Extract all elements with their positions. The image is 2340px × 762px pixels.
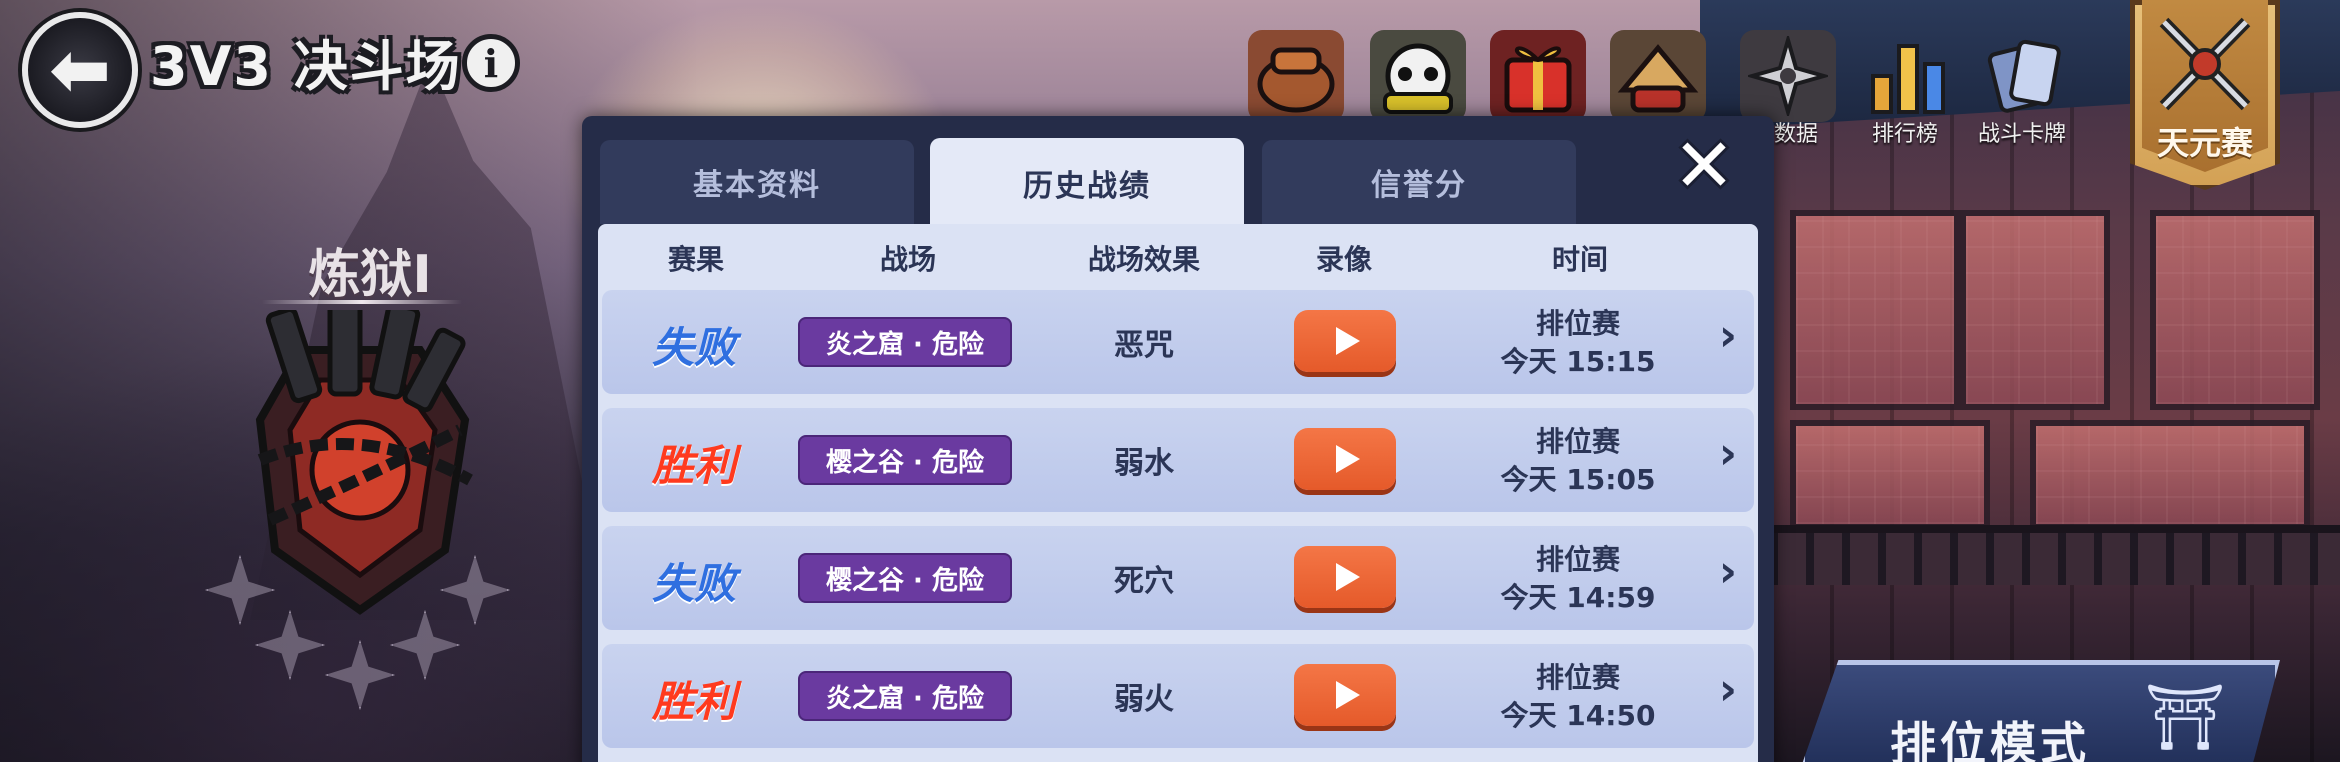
replay-button[interactable] bbox=[1294, 546, 1396, 608]
page-title: 3V3 决斗场 bbox=[150, 35, 462, 98]
replay-button[interactable] bbox=[1294, 428, 1396, 490]
cards-icon[interactable] bbox=[1978, 30, 2074, 122]
play-icon bbox=[1336, 327, 1360, 355]
replay-button[interactable] bbox=[1294, 664, 1396, 726]
ninja-hat-icon[interactable] bbox=[1610, 30, 1706, 122]
match-type: 排位赛 bbox=[1535, 425, 1620, 458]
background-window bbox=[2030, 420, 2310, 530]
ranked-mode-icon: ⛩ bbox=[2144, 681, 2226, 755]
chevron-right-icon[interactable]: › bbox=[1708, 310, 1748, 361]
tab-match-history[interactable]: 历史战绩 bbox=[930, 138, 1244, 228]
tab-credit-score[interactable]: 信誉分 bbox=[1262, 140, 1576, 224]
rank-emblem-icon bbox=[255, 310, 473, 615]
panda-icon[interactable] bbox=[1370, 30, 1466, 122]
column-header-replay: 录像 bbox=[1315, 243, 1372, 276]
match-result: 失败 bbox=[651, 323, 736, 372]
battlefield-effect: 死穴 bbox=[1114, 564, 1174, 599]
ranked-mode-label: 排位模式 bbox=[1890, 717, 2090, 762]
background-window bbox=[1960, 210, 2110, 410]
match-type: 排位赛 bbox=[1535, 543, 1620, 576]
map-tag: 炎之窟 · 危险 bbox=[798, 671, 1012, 721]
replay-button[interactable] bbox=[1294, 310, 1396, 372]
close-icon: ✕ bbox=[1672, 123, 1735, 209]
rank-name: 炼狱I bbox=[308, 245, 432, 305]
chevron-right-icon[interactable]: › bbox=[1708, 428, 1748, 479]
gift-box-icon[interactable] bbox=[1490, 30, 1586, 122]
close-button[interactable]: ✕ bbox=[1668, 129, 1740, 203]
match-result: 胜利 bbox=[651, 677, 736, 726]
battlefield-effect: 恶咒 bbox=[1114, 328, 1174, 363]
back-button[interactable]: ⬅ bbox=[22, 12, 138, 128]
match-type: 排位赛 bbox=[1535, 307, 1620, 340]
background-window bbox=[2150, 210, 2320, 410]
column-header-result: 赛果 bbox=[667, 243, 724, 276]
background-window bbox=[1790, 420, 1990, 530]
play-icon bbox=[1336, 445, 1360, 473]
rank-divider bbox=[262, 300, 462, 304]
match-time: 今天 15:05 bbox=[1500, 463, 1656, 496]
column-header-time: 时间 bbox=[1551, 243, 1608, 276]
chevron-right-icon[interactable]: › bbox=[1708, 664, 1748, 715]
match-result: 失败 bbox=[651, 559, 736, 608]
back-arrow-icon: ⬅ bbox=[48, 27, 111, 113]
match-time: 今天 15:15 bbox=[1500, 345, 1656, 378]
play-icon bbox=[1336, 681, 1360, 709]
tournament-banner-label: 天元赛 bbox=[2156, 124, 2253, 162]
shuriken-icon[interactable] bbox=[1740, 30, 1836, 122]
bar-chart-icon[interactable] bbox=[1860, 30, 1956, 122]
battlefield-effect: 弱水 bbox=[1114, 446, 1174, 481]
map-tag: 炎之窟 · 危险 bbox=[798, 317, 1012, 367]
match-time: 今天 14:59 bbox=[1500, 581, 1656, 614]
battlefield-effect: 弱火 bbox=[1114, 682, 1174, 717]
battle-cards-label: 战斗卡牌 bbox=[1978, 122, 2067, 147]
leaderboard-label: 排行榜 bbox=[1872, 122, 1939, 147]
match-result: 胜利 bbox=[651, 441, 736, 490]
tab-basic-info[interactable]: 基本资料 bbox=[600, 140, 914, 224]
chevron-right-icon[interactable]: › bbox=[1708, 546, 1748, 597]
map-tag: 樱之谷 · 危险 bbox=[798, 435, 1012, 485]
map-tag: 樱之谷 · 危险 bbox=[798, 553, 1012, 603]
column-header-effect: 战场效果 bbox=[1087, 243, 1200, 276]
info-icon[interactable]: i bbox=[462, 34, 520, 92]
column-header-map: 战场 bbox=[879, 243, 936, 276]
background-balcony bbox=[1770, 525, 2340, 585]
background-window bbox=[1790, 210, 1960, 410]
crossed-blades-icon bbox=[2159, 17, 2251, 111]
play-icon bbox=[1336, 563, 1360, 591]
match-type: 排位赛 bbox=[1535, 661, 1620, 694]
satchel-icon[interactable] bbox=[1248, 30, 1344, 122]
match-time: 今天 14:50 bbox=[1500, 699, 1656, 732]
